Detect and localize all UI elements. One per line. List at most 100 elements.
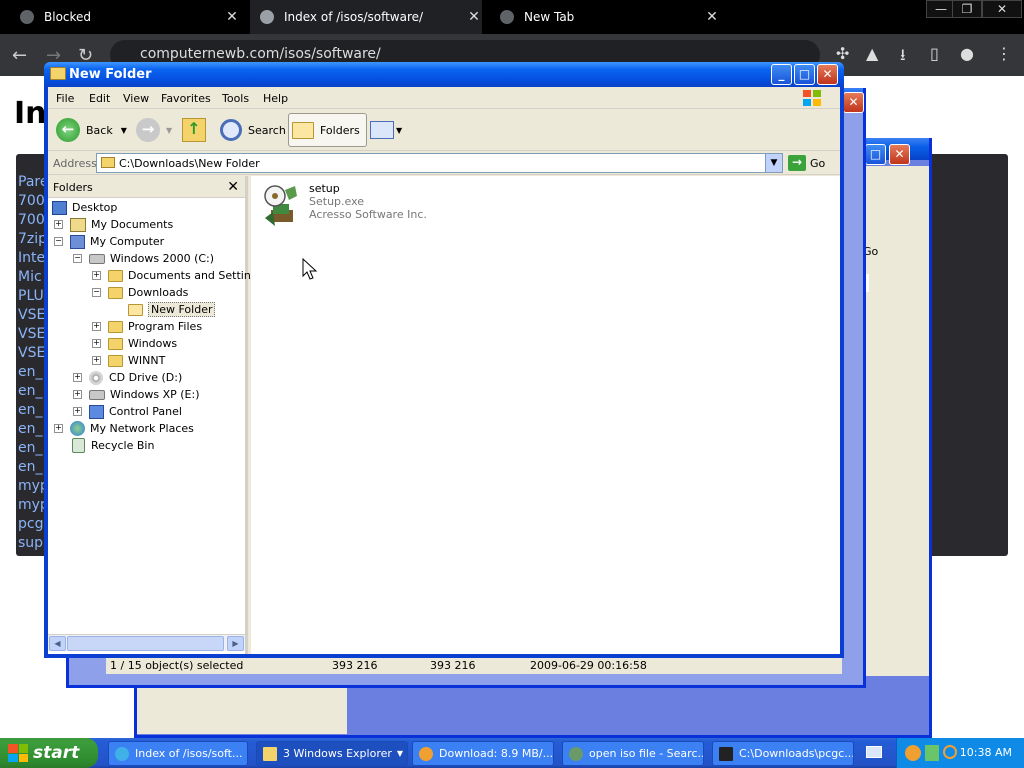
restore-button[interactable]: ❐ [952,0,982,18]
views-button[interactable]: ▼ [370,113,402,147]
chevron-down-icon[interactable]: ▼ [765,154,782,172]
tree-item-downloads[interactable]: − Downloads [92,284,188,301]
listing-link[interactable]: PLU [18,288,44,304]
taskbar-item-7zip[interactable]: C:\Downloads\pcgc... [712,741,854,766]
expand-icon[interactable]: + [73,390,82,399]
collapse-icon[interactable]: − [54,237,63,246]
tray-app-icon[interactable] [905,745,921,761]
extensions-icon[interactable]: ✣ [836,44,849,63]
tab-title: New Tab [524,10,575,24]
listing-link[interactable]: 700 [18,193,45,209]
listing-link[interactable]: en_ [18,402,43,418]
tree-item-documents-and-settings[interactable]: + Documents and Settings [92,267,264,284]
sidepanel-icon[interactable]: ▯ [930,44,939,63]
listing-link[interactable]: pcg [18,516,43,532]
listing-link[interactable]: en_ [18,421,43,437]
listing-link[interactable]: en_ [18,440,43,456]
listing-link[interactable]: 700 [18,212,45,228]
expand-icon[interactable]: + [92,271,101,280]
expand-icon[interactable]: + [92,356,101,365]
listing-link[interactable]: Inte [18,250,45,266]
listing-link[interactable]: VSE [18,345,45,361]
expand-icon[interactable]: + [73,373,82,382]
tree-item-program-files[interactable]: + Program Files [92,318,202,335]
tree-item-winnt[interactable]: + WINNT [92,352,165,369]
taskbar-item-chrome[interactable]: Index of /isos/soft... [108,741,248,766]
tree-item-windows[interactable]: + Windows [92,335,177,352]
listing-link[interactable]: 7zip [18,231,47,247]
expand-icon[interactable]: + [54,424,63,433]
scroll-left-button[interactable]: ◀ [49,636,66,651]
menu-view[interactable]: View [123,92,149,105]
close-button[interactable]: ✕ [843,92,864,113]
close-window-button[interactable]: ✕ [982,0,1022,18]
maximize-button[interactable]: □ [794,64,815,85]
close-icon[interactable]: ✕ [227,179,239,195]
expand-icon[interactable]: + [73,407,82,416]
listing-link[interactable]: Mic [18,269,42,285]
download-icon[interactable]: ⭳ [900,44,906,71]
expand-icon[interactable]: + [92,339,101,348]
tree-item-recycle-bin[interactable]: Recycle Bin [72,437,154,454]
tab-blocked[interactable]: Blocked ✕ [20,0,240,34]
menu-favorites[interactable]: Favorites [161,92,211,105]
window-titlebar[interactable]: New Folder _ □ ✕ [44,62,844,87]
listing-link[interactable]: en_ [18,364,43,380]
back-arrow-icon[interactable]: ← [12,45,27,66]
horizontal-scrollbar[interactable]: ◀ ▶ [48,634,245,651]
scroll-thumb[interactable] [67,636,224,651]
tree-item-new-folder[interactable]: New Folder [128,301,216,318]
expand-icon[interactable]: + [54,220,63,229]
tree-item-my-documents[interactable]: + My Documents [54,216,173,233]
tree-item-my-computer[interactable]: − My Computer [54,233,164,250]
tray-network-icon[interactable] [925,745,939,761]
keyboard-icon[interactable] [866,746,882,758]
explorer-window[interactable]: New Folder _ □ ✕ File Edit View Favorite… [44,62,844,658]
taskbar-item-search[interactable]: open iso file - Searc... [562,741,704,766]
tree-item-control-panel[interactable]: + Control Panel [73,403,182,420]
menu-tools[interactable]: Tools [222,92,249,105]
scroll-right-button[interactable]: ▶ [227,636,244,651]
tab-index-of-isos[interactable]: Index of /isos/software/ ✕ [250,0,482,34]
tab-new-tab[interactable]: New Tab ✕ [500,0,720,34]
tree-item-cd-drive[interactable]: + CD Drive (D:) [73,369,182,386]
flask-icon[interactable]: ▲ [866,44,878,63]
close-tab-icon[interactable]: ✕ [704,9,720,25]
address-field[interactable]: C:\Downloads\New Folder ▼ [96,153,783,173]
tree-item-desktop[interactable]: Desktop [52,199,117,216]
menu-help[interactable]: Help [263,92,288,105]
maximize-button[interactable]: □ [865,144,886,165]
listing-link[interactable]: VSE [18,326,45,342]
up-button[interactable]: ↑ [182,113,206,147]
forward-button[interactable]: → ▼ [136,113,172,147]
taskbar-item-explorer-group[interactable]: 3 Windows Explorer ▼ [256,741,408,766]
file-item-setup[interactable]: setup Setup.exe Acresso Software Inc. [261,180,441,234]
tree-item-my-network-places[interactable]: + My Network Places [54,420,194,437]
tree-item-drive-c[interactable]: − Windows 2000 (C:) [73,250,214,267]
close-tab-icon[interactable]: ✕ [224,9,240,25]
listing-link[interactable]: sup [18,535,43,551]
menu-dots-icon[interactable]: ⋮ [996,44,1012,63]
taskbar-item-download[interactable]: Download: 8.9 MB/... [412,741,554,766]
tree-item-drive-e[interactable]: + Windows XP (E:) [73,386,200,403]
close-button[interactable]: ✕ [817,64,838,85]
menu-file[interactable]: File [56,92,74,105]
folders-button[interactable]: Folders [288,113,367,147]
profile-icon[interactable]: ● [960,44,974,63]
chevron-down-icon[interactable]: ▼ [121,126,127,135]
menu-edit[interactable]: Edit [89,92,110,105]
back-button[interactable]: ← Back ▼ [56,113,127,147]
collapse-icon[interactable]: − [73,254,82,263]
listing-link[interactable]: VSE [18,307,45,323]
collapse-icon[interactable]: − [92,288,101,297]
search-button[interactable]: Search [220,113,286,147]
go-button[interactable]: → Go [788,154,825,172]
tray-search-icon[interactable] [943,745,957,759]
minimize-button[interactable]: _ [771,64,792,85]
listing-link[interactable]: en_ [18,383,43,399]
close-tab-icon[interactable]: ✕ [466,9,482,25]
start-button[interactable]: start [0,738,98,768]
close-button[interactable]: ✕ [889,144,910,165]
expand-icon[interactable]: + [92,322,101,331]
listing-link[interactable]: en_ [18,459,43,475]
